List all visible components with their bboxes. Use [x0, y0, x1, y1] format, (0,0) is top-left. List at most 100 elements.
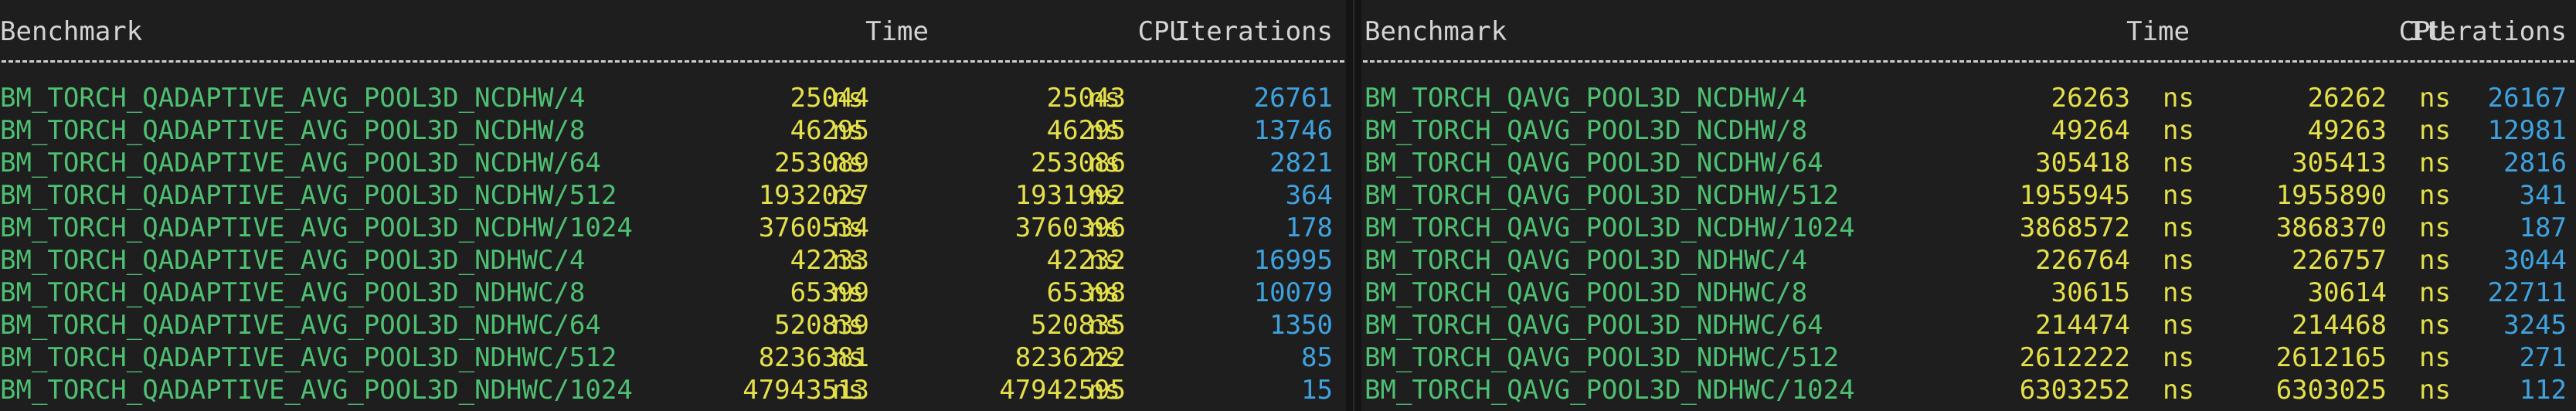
time-value: 6303252 — [2019, 375, 2130, 406]
benchmark-name: BM_TORCH_QAVG_POOL3D_NDHWC/4 — [1364, 245, 1808, 276]
table-row: BM_TORCH_QADAPTIVE_AVG_POOL3D_NDHWC/64 52… — [0, 309, 1346, 341]
cpu-unit: ns — [1089, 115, 1120, 146]
time-unit: ns — [2163, 310, 2194, 341]
time-value: 214474 — [2035, 310, 2130, 341]
time-value: 1955945 — [2019, 180, 2130, 211]
time-unit: ns — [832, 180, 864, 211]
table-row: BM_TORCH_QAVG_POOL3D_NDHWC/8 30615 ns 30614… — [1361, 277, 2576, 309]
cpu-unit: ns — [1089, 310, 1120, 341]
header-time: Time — [865, 16, 929, 47]
cpu-unit: ns — [1089, 245, 1120, 276]
benchmark-name: BM_TORCH_QADAPTIVE_AVG_POOL3D_NCDHW/8 — [0, 115, 586, 146]
time-unit: ns — [2163, 245, 2194, 276]
benchmark-name: BM_TORCH_QADAPTIVE_AVG_POOL3D_NDHWC/4 — [0, 245, 586, 276]
time-unit: ns — [2163, 277, 2194, 308]
header-row: Benchmark Time CPU Iterations — [1361, 15, 2576, 48]
iterations-value: 271 — [2519, 342, 2567, 373]
benchmark-name: BM_TORCH_QAVG_POOL3D_NCDHW/512 — [1364, 180, 1840, 211]
table-row: BM_TORCH_QADAPTIVE_AVG_POOL3D_NDHWC/512 8… — [0, 341, 1346, 374]
benchmark-name: BM_TORCH_QADAPTIVE_AVG_POOL3D_NDHWC/512 — [0, 342, 617, 373]
cpu-unit: ns — [1089, 212, 1120, 243]
iterations-value: 364 — [1285, 180, 1333, 211]
header-benchmark: Benchmark — [1364, 16, 1507, 47]
pane-divider[interactable] — [1346, 0, 1361, 411]
benchmark-name: BM_TORCH_QAVG_POOL3D_NCDHW/64 — [1364, 148, 1823, 178]
iterations-value: 112 — [2519, 375, 2567, 406]
header-iterations: Iterations — [2408, 16, 2567, 47]
cpu-unit: ns — [2419, 342, 2451, 373]
time-unit: ns — [2163, 148, 2194, 178]
table-row: BM_TORCH_QAVG_POOL3D_NDHWC/1024 6303252 ns… — [1361, 374, 2576, 406]
table-row: BM_TORCH_QAVG_POOL3D_NCDHW/1024 3868572 ns… — [1361, 212, 2576, 244]
cpu-value: 2612165 — [2275, 342, 2387, 373]
time-unit: ns — [2163, 342, 2194, 373]
iterations-value: 178 — [1285, 212, 1333, 243]
cpu-value: 26262 — [2307, 83, 2387, 114]
iterations-value: 187 — [2519, 212, 2567, 243]
iterations-value: 85 — [1301, 342, 1333, 373]
table-row: BM_TORCH_QADAPTIVE_AVG_POOL3D_NCDHW/8 462… — [0, 114, 1346, 147]
header-iterations: Iterations — [1174, 16, 1333, 47]
cpu-unit: ns — [2419, 277, 2451, 308]
cpu-unit: ns — [2419, 212, 2451, 243]
benchmark-name: BM_TORCH_QADAPTIVE_AVG_POOL3D_NCDHW/64 — [0, 148, 601, 178]
table-row: BM_TORCH_QADAPTIVE_AVG_POOL3D_NDHWC/1024… — [0, 374, 1346, 406]
table-row: BM_TORCH_QADAPTIVE_AVG_POOL3D_NCDHW/4 250… — [0, 82, 1346, 114]
table-row: BM_TORCH_QAVG_POOL3D_NDHWC/4 226764 ns 2267… — [1361, 244, 2576, 277]
time-unit: ns — [832, 212, 864, 243]
time-unit: ns — [832, 245, 864, 276]
benchmark-name: BM_TORCH_QADAPTIVE_AVG_POOL3D_NDHWC/64 — [0, 310, 601, 341]
iterations-value: 341 — [2519, 180, 2567, 211]
cpu-value: 214468 — [2292, 310, 2387, 341]
time-value: 49264 — [2051, 115, 2130, 146]
time-unit: ns — [832, 375, 864, 406]
header-separator — [1363, 60, 2574, 63]
time-unit: ns — [2163, 83, 2194, 114]
benchmark-name: BM_TORCH_QAVG_POOL3D_NDHWC/64 — [1364, 310, 1823, 341]
time-unit: ns — [2163, 115, 2194, 146]
benchmark-name: BM_TORCH_QADAPTIVE_AVG_POOL3D_NDHWC/1024 — [0, 375, 633, 406]
iterations-value: 26167 — [2487, 83, 2567, 114]
benchmark-name: BM_TORCH_QAVG_POOL3D_NDHWC/1024 — [1364, 375, 1855, 406]
time-value: 3868572 — [2019, 212, 2130, 243]
cpu-value: 30614 — [2307, 277, 2387, 308]
cpu-value: 1955890 — [2275, 180, 2387, 211]
time-value: 26263 — [2051, 83, 2130, 114]
iterations-value: 12981 — [2487, 115, 2567, 146]
table-row: BM_TORCH_QAVG_POOL3D_NCDHW/8 49264 ns 49263… — [1361, 114, 2576, 147]
cpu-unit: ns — [2419, 115, 2451, 146]
table-row: BM_TORCH_QAVG_POOL3D_NCDHW/512 1955945 ns 1… — [1361, 179, 2576, 212]
table-row: BM_TORCH_QADAPTIVE_AVG_POOL3D_NDHWC/8 653… — [0, 277, 1346, 309]
iterations-value: 15 — [1301, 375, 1333, 406]
cpu-unit: ns — [2419, 375, 2451, 406]
benchmark-name: BM_TORCH_QADAPTIVE_AVG_POOL3D_NCDHW/1024 — [0, 212, 633, 243]
iterations-value: 1350 — [1269, 310, 1333, 341]
header-time: Time — [2126, 16, 2190, 47]
benchmark-name: BM_TORCH_QAVG_POOL3D_NDHWC/512 — [1364, 342, 1840, 373]
time-value: 226764 — [2035, 245, 2130, 276]
iterations-value: 3044 — [2503, 245, 2567, 276]
iterations-value: 16995 — [1253, 245, 1333, 276]
benchmark-name: BM_TORCH_QADAPTIVE_AVG_POOL3D_NDHWC/8 — [0, 277, 586, 308]
benchmark-name: BM_TORCH_QAVG_POOL3D_NCDHW/4 — [1364, 83, 1808, 114]
left-terminal-pane[interactable]: Benchmark Time CPU Iterations BM_TORCH_Q… — [0, 0, 1346, 411]
header-row: Benchmark Time CPU Iterations — [0, 15, 1346, 48]
iterations-value: 22711 — [2487, 277, 2567, 308]
time-value: 305418 — [2035, 148, 2130, 178]
cpu-unit: ns — [2419, 83, 2451, 114]
cpu-unit: ns — [1089, 277, 1120, 308]
iterations-value: 10079 — [1253, 277, 1333, 308]
right-terminal-pane[interactable]: Benchmark Time CPU Iterations BM_TORCH_Q… — [1361, 0, 2576, 411]
cpu-unit: ns — [2419, 245, 2451, 276]
pane-divider-line — [1353, 0, 1354, 411]
benchmark-name: BM_TORCH_QADAPTIVE_AVG_POOL3D_NCDHW/4 — [0, 83, 586, 114]
iterations-value: 26761 — [1253, 83, 1333, 114]
table-row: BM_TORCH_QADAPTIVE_AVG_POOL3D_NCDHW/1024… — [0, 212, 1346, 244]
cpu-unit: ns — [2419, 180, 2451, 211]
cpu-value: 226757 — [2292, 245, 2387, 276]
cpu-unit: ns — [1089, 180, 1120, 211]
cpu-value: 3868370 — [2275, 212, 2387, 243]
table-row: BM_TORCH_QAVG_POOL3D_NCDHW/4 26263 ns 26262… — [1361, 82, 2576, 114]
header-separator — [2, 60, 1344, 63]
table-row: BM_TORCH_QADAPTIVE_AVG_POOL3D_NCDHW/512 1… — [0, 179, 1346, 212]
